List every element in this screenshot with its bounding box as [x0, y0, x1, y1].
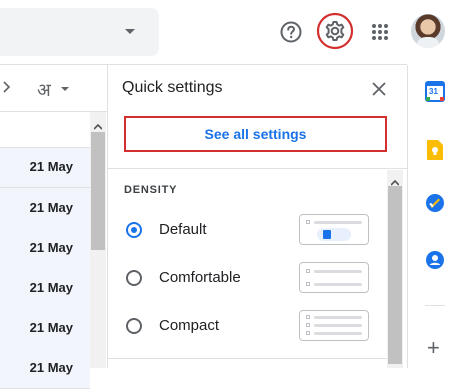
quick-settings-title: Quick settings: [122, 79, 223, 96]
quick-settings-divider: [108, 168, 407, 169]
preview-checkbox: [306, 220, 310, 224]
scroll-up-arrow-icon[interactable]: [390, 174, 400, 186]
preview-line: [314, 332, 362, 335]
preview-checkbox: [306, 323, 310, 327]
email-date: 21 May: [29, 320, 73, 335]
list-item[interactable]: 21 May: [0, 188, 90, 229]
input-tools-caret-icon[interactable]: [61, 87, 69, 91]
density-heading: DENSITY: [124, 184, 178, 196]
gear-icon[interactable]: [316, 12, 354, 50]
list-item[interactable]: 21 May: [0, 308, 90, 349]
quick-settings-scrollbar-thumb[interactable]: [388, 186, 402, 364]
apps-grid-icon[interactable]: [370, 22, 390, 42]
chevron-right-icon[interactable]: [2, 80, 12, 93]
email-date: 21 May: [29, 159, 73, 174]
density-option-label[interactable]: Default: [159, 221, 207, 238]
email-date: 21 May: [29, 240, 73, 255]
email-date: 21 May: [29, 200, 73, 215]
side-panel-divider: [425, 305, 445, 306]
preview-checkbox: [306, 269, 310, 273]
see-all-settings-button[interactable]: See all settings: [124, 116, 387, 152]
search-options-caret-icon[interactable]: [125, 29, 135, 34]
avatar-shirt: [416, 37, 440, 48]
density-compact-preview[interactable]: [299, 310, 369, 341]
search-bar[interactable]: [0, 8, 159, 56]
preview-line: [314, 283, 362, 286]
add-app-icon[interactable]: +: [427, 337, 440, 359]
calendar-icon[interactable]: 31: [425, 80, 445, 102]
list-scrollbar-thumb[interactable]: [91, 132, 105, 250]
density-comfortable-radio[interactable]: [126, 270, 142, 286]
quick-settings-divider: [108, 358, 387, 359]
density-default-radio[interactable]: [126, 222, 142, 238]
document-icon: [323, 230, 331, 239]
density-option-label[interactable]: Compact: [159, 317, 219, 334]
preview-line: [314, 221, 362, 224]
help-icon[interactable]: [279, 20, 303, 44]
list-item[interactable]: 21 May: [0, 348, 90, 389]
avatar[interactable]: [411, 14, 445, 48]
preview-line: [314, 324, 362, 327]
contacts-icon[interactable]: [425, 250, 445, 270]
preview-attachment-chip: [317, 228, 351, 241]
side-panel: [407, 65, 462, 368]
preview-checkbox: [306, 282, 310, 286]
tasks-icon[interactable]: [425, 193, 445, 213]
input-tools-label[interactable]: अ: [37, 78, 51, 102]
preview-line: [314, 270, 362, 273]
calendar-day: 31: [429, 87, 438, 96]
list-item[interactable]: 21 May: [0, 268, 90, 309]
preview-line: [314, 316, 362, 319]
density-default-preview[interactable]: [299, 214, 369, 245]
density-option-label[interactable]: Comfortable: [159, 269, 241, 286]
scroll-up-arrow-icon[interactable]: [93, 118, 103, 130]
preview-checkbox: [306, 315, 310, 319]
close-icon[interactable]: [371, 81, 387, 97]
list-item[interactable]: 21 May: [0, 147, 90, 188]
list-item-partial[interactable]: [0, 112, 90, 148]
density-compact-radio[interactable]: [126, 318, 142, 334]
density-comfortable-preview[interactable]: [299, 262, 369, 293]
keep-icon[interactable]: [426, 139, 444, 161]
email-date: 21 May: [29, 280, 73, 295]
preview-checkbox: [306, 331, 310, 335]
list-item[interactable]: 21 May: [0, 228, 90, 269]
